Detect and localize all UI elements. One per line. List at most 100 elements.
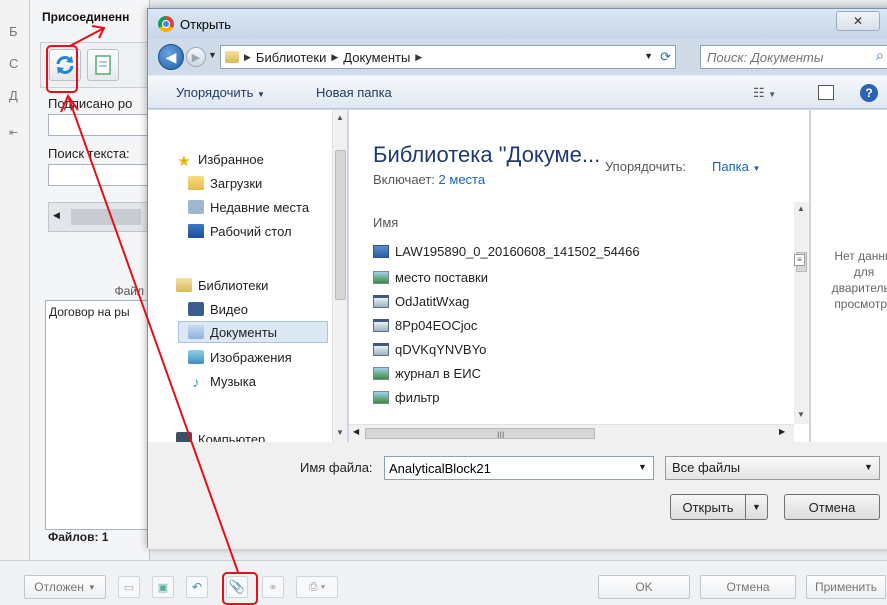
dialog-cancel-button[interactable]: Отмена	[784, 494, 880, 520]
chevron-down-icon: ▼	[87, 582, 96, 592]
word-doc-icon	[373, 244, 389, 258]
scroll-thumb[interactable]	[71, 209, 141, 225]
search-text-input[interactable]	[48, 164, 148, 186]
search-input[interactable]	[700, 45, 887, 69]
list-item[interactable]: Договор на ры	[46, 301, 147, 323]
file-name-input[interactable]	[384, 456, 654, 480]
organize-menu[interactable]: Упорядочить ▼	[176, 85, 265, 100]
deferred-dropdown[interactable]: Отложен ▼	[24, 575, 106, 599]
file-name: LAW195890_0_20160608_141502_54466	[395, 243, 640, 259]
nav-downloads[interactable]: Загрузки	[188, 172, 262, 194]
breadcrumb-documents[interactable]: Документы	[343, 50, 410, 65]
file-row[interactable]: OdJatitWxag	[373, 290, 469, 312]
recent-places-icon	[188, 200, 204, 214]
page-icon-button[interactable]: ▭	[118, 576, 140, 598]
scroll-right-icon: ▶	[779, 427, 786, 436]
signed-field[interactable]	[48, 114, 148, 136]
breadcrumb-libraries[interactable]: Библиотеки	[256, 50, 326, 65]
scroll-thumb[interactable]	[335, 150, 346, 300]
scroll-thumb[interactable]: III	[365, 428, 595, 440]
apply-label: Применить	[814, 580, 877, 594]
file-row[interactable]: журнал в ЕИС	[373, 362, 481, 384]
navigation-pane: ★ Избранное Загрузки Недавние места Рабоч…	[148, 110, 348, 442]
nav-label: Библиотеки	[198, 277, 269, 293]
open-button[interactable]: Открыть ▼	[670, 494, 768, 520]
refresh-icon[interactable]: ⟳	[660, 49, 671, 65]
file-name: место поставки	[395, 269, 488, 285]
includes-link[interactable]: 2 места	[439, 172, 486, 187]
nav-pictures[interactable]: Изображения	[188, 346, 292, 368]
image-icon-button[interactable]: ▣	[152, 576, 174, 598]
nav-label: Документы	[210, 324, 278, 340]
grip-icon: III	[497, 430, 505, 440]
undo-icon: ↶	[191, 580, 203, 594]
image-file-icon	[373, 390, 389, 404]
close-icon: ✕	[852, 14, 864, 28]
recent-locations-dropdown[interactable]: ▼	[208, 50, 217, 60]
back-button[interactable]: ◀	[158, 44, 184, 70]
nav-desktop[interactable]: Рабочий стол	[188, 220, 292, 242]
files-count: Файлов: 1	[48, 530, 109, 544]
nav-libraries[interactable]: Библиотеки	[176, 274, 268, 296]
ok-button[interactable]: OK	[598, 575, 690, 599]
nav-scrollbar[interactable]: ▲ ▼	[332, 110, 347, 442]
nav-video[interactable]: Видео	[188, 298, 248, 320]
nav-music[interactable]: ♪ Музыка	[188, 370, 256, 392]
file-row[interactable]: 8Pp04EOCjoc	[373, 314, 477, 336]
cancel-button[interactable]: Отмена	[700, 575, 796, 599]
file-row[interactable]: фильтр	[373, 386, 439, 408]
chevron-down-icon[interactable]: ▼	[864, 462, 873, 472]
bottom-toolbar: Отложен ▼ ▭ ▣ ↶ 📎 ⚭ ⎙ ▾ OK Отмена Примен…	[0, 560, 887, 605]
pane-splitter-icon[interactable]: ≡	[794, 254, 805, 266]
panel-scrollbar[interactable]: ◀	[48, 202, 148, 232]
close-button[interactable]: ✕	[836, 11, 880, 31]
breadcrumb-separator-icon: ▶	[244, 51, 251, 62]
pictures-icon	[188, 350, 204, 364]
file-name-dropdown-icon[interactable]: ▼	[638, 462, 647, 472]
ok-label: OK	[635, 580, 653, 594]
breadcrumb-separator-icon: ▶	[331, 51, 339, 62]
arrow-right-icon: ▶	[191, 51, 201, 64]
video-icon	[188, 302, 204, 316]
highlight-attach-box	[222, 572, 258, 605]
library-title: Библиотека "Докуме...	[373, 142, 601, 167]
column-header-name[interactable]: Имя	[373, 215, 398, 230]
preview-message: Нет данны для дварительн просмотра	[831, 249, 887, 311]
search-icon[interactable]: ⌕	[876, 47, 884, 64]
open-options-dropdown[interactable]: ▼	[745, 495, 767, 519]
link-icon-button[interactable]: ⚭	[262, 576, 284, 598]
document-button[interactable]	[87, 49, 119, 81]
file-type-select[interactable]: Все файлы	[665, 456, 880, 480]
nav-favorites[interactable]: ★ Избранное	[176, 148, 264, 171]
files-grid: Договор на ры	[45, 300, 148, 530]
nav-recent-places[interactable]: Недавние места	[188, 196, 309, 218]
libraries-icon	[176, 278, 192, 292]
file-list-vscrollbar[interactable]: ▲ ▼	[794, 202, 809, 424]
nav-computer[interactable]: Компьютер	[176, 428, 265, 442]
address-bar[interactable]: ▶ Библиотеки ▶ Документы ▶ ▼ ⟳	[220, 45, 676, 69]
arrange-dropdown[interactable]: Папка ▼	[712, 159, 760, 174]
new-folder-button[interactable]: Новая папка	[316, 85, 392, 100]
star-icon: ★	[177, 153, 191, 170]
apply-button[interactable]: Применить	[806, 575, 886, 599]
address-dropdown-icon[interactable]: ▼	[644, 51, 653, 61]
undo-icon-button[interactable]: ↶	[186, 576, 208, 598]
preview-pane: Нет данны для дварительн просмотра	[810, 110, 887, 442]
preview-pane-icon[interactable]	[818, 85, 834, 100]
file-list-hscrollbar[interactable]: ◀ III ▶	[349, 424, 794, 442]
dialog-titlebar[interactable]: Открыть ✕	[148, 9, 887, 39]
arrange-value: Папка	[712, 159, 749, 174]
deferred-label: Отложен	[34, 580, 84, 594]
view-options-icon[interactable]: ☷ ▼	[753, 85, 776, 101]
library-icon	[225, 51, 239, 63]
print-dropdown[interactable]: ⎙ ▾	[296, 576, 338, 598]
help-icon[interactable]: ?	[860, 84, 878, 102]
file-row[interactable]: qDVKqYNVBYo	[373, 338, 486, 360]
nav-label: Компьютер	[198, 431, 266, 443]
file-row[interactable]: LAW195890_0_20160608_141502_54466	[373, 240, 640, 262]
nav-documents[interactable]: Документы	[178, 321, 328, 343]
file-row[interactable]: место поставки	[373, 266, 488, 288]
collapse-arrow-icon[interactable]: ⇤	[9, 126, 18, 139]
forward-button[interactable]: ▶	[186, 47, 206, 67]
nav-label: Недавние места	[210, 199, 310, 215]
